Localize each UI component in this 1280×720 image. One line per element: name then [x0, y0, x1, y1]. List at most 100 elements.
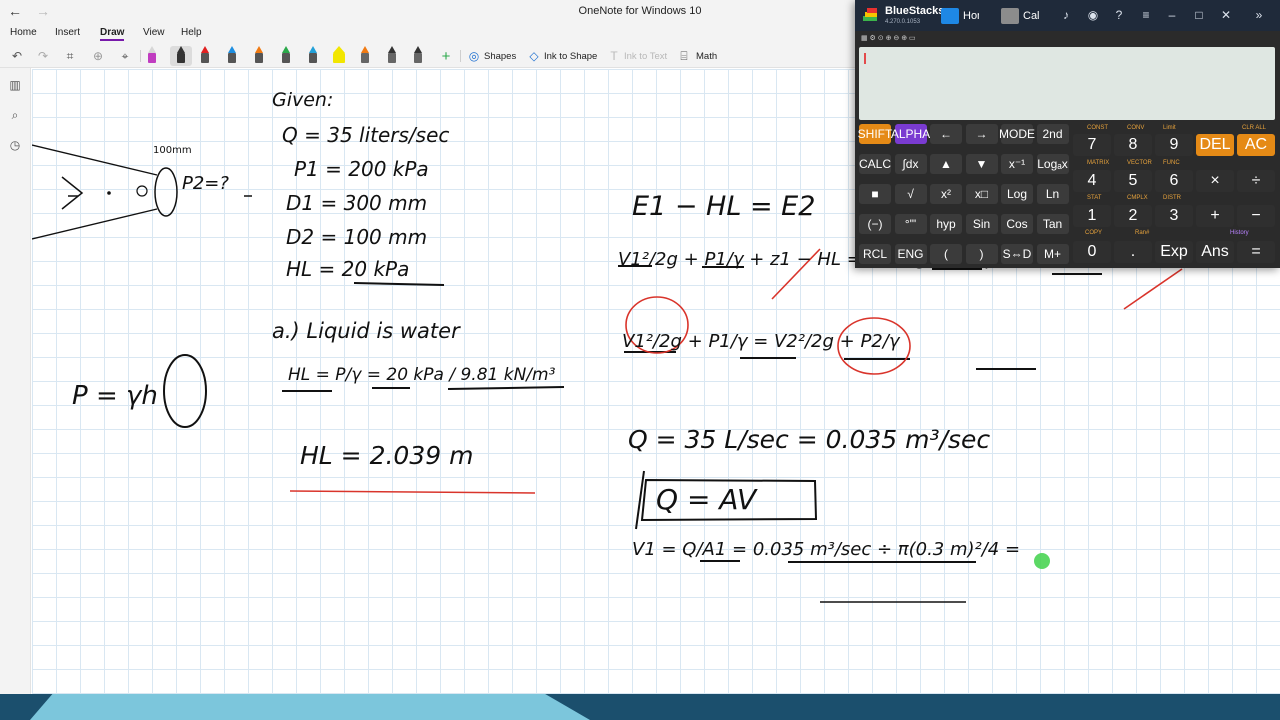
shapes-button[interactable]: Shapes — [484, 51, 516, 62]
calc-key-0-3[interactable]: → — [965, 124, 998, 144]
calc-key-4-1[interactable]: ENG — [894, 244, 927, 264]
bluestacks-version: 4.270.0.1053 — [885, 19, 921, 25]
calc-key-3-4[interactable]: Cos — [1001, 214, 1033, 234]
tab-draw[interactable]: Draw — [100, 27, 125, 41]
green-pen[interactable] — [281, 46, 291, 66]
menu-icon[interactable]: ≡ — [1139, 8, 1153, 22]
math-icon[interactable]: ⌸ — [676, 48, 692, 64]
shapes-icon[interactable]: ◎ — [466, 48, 482, 64]
expand-sidebar-icon[interactable]: » — [1252, 8, 1266, 22]
calc-num-key-1-2[interactable]: 6 — [1155, 170, 1193, 192]
calc-num-key-3-1[interactable]: . — [1114, 241, 1152, 263]
calculator-app-icon — [1001, 8, 1019, 24]
maximize-icon[interactable]: □ — [1192, 8, 1206, 22]
recent-notes-icon[interactable]: ◷ — [8, 138, 22, 152]
label-vector: VECTOR — [1127, 160, 1152, 166]
calc-num-key-3-3[interactable]: Ans — [1196, 241, 1234, 263]
pen-tool[interactable] — [413, 46, 423, 66]
bluestacks-tab-home[interactable]: Home — [941, 5, 979, 27]
calc-key-2-4[interactable]: Log — [1001, 184, 1033, 204]
calc-key-2-3[interactable]: x□ — [965, 184, 998, 204]
calc-num-key-2-0[interactable]: 1 — [1073, 205, 1111, 227]
notebooks-icon[interactable]: ▥ — [8, 78, 22, 92]
calc-num-key-3-0[interactable]: 0 — [1073, 241, 1111, 263]
calc-num-key-0-0[interactable]: 7 — [1073, 134, 1111, 156]
calc-key-3-2[interactable]: hyp — [930, 214, 962, 234]
calc-key-2-5[interactable]: Ln — [1036, 184, 1069, 204]
calc-key-0-4[interactable]: MODE — [999, 124, 1035, 144]
lasso-select-icon[interactable]: ⌗ — [62, 48, 78, 64]
calc-key-4-4[interactable]: S⇔D — [1001, 244, 1033, 264]
tab-view[interactable]: View — [143, 27, 165, 38]
diameter-label: 100mm — [153, 145, 192, 156]
calc-key-1-0[interactable]: CALC — [859, 154, 891, 174]
add-space-icon[interactable]: ⊕ — [90, 48, 106, 64]
calc-num-key-0-2[interactable]: 9 — [1155, 134, 1193, 156]
calc-key-2-0[interactable]: ■ — [859, 184, 891, 204]
redo-icon[interactable]: ↷ — [35, 48, 51, 64]
label-const: CONST — [1087, 125, 1108, 131]
help-icon[interactable]: ? — [1112, 8, 1126, 22]
undo-icon[interactable]: ↶ — [9, 48, 25, 64]
tab-insert[interactable]: Insert — [55, 27, 80, 38]
notification-bell-icon[interactable]: ♪ — [1059, 8, 1073, 22]
calc-num-key-1-4[interactable]: ÷ — [1237, 170, 1275, 192]
calc-num-key-2-1[interactable]: 2 — [1114, 205, 1152, 227]
yellow-highlighter[interactable] — [332, 46, 346, 66]
red-pen[interactable] — [200, 46, 210, 66]
highlighter-pen[interactable] — [147, 46, 157, 66]
pipe-outlet-ellipse — [154, 167, 178, 217]
calc-num-key-1-3[interactable]: × — [1196, 170, 1234, 192]
calc-key-3-5[interactable]: Tan — [1036, 214, 1069, 234]
calc-num-key-3-4[interactable]: = — [1237, 241, 1275, 263]
calc-key-1-1[interactable]: ∫dx — [894, 154, 927, 174]
tab-help[interactable]: Help — [181, 27, 202, 38]
calc-key-0-2[interactable]: ← — [930, 124, 962, 144]
cyan-pen[interactable] — [308, 46, 318, 66]
calc-key-1-4[interactable]: x⁻¹ — [1001, 154, 1033, 174]
calc-key-1-2[interactable]: ▲ — [930, 154, 962, 174]
calc-key-3-1[interactable]: °'" — [894, 214, 927, 234]
calc-num-key-1-1[interactable]: 5 — [1114, 170, 1152, 192]
calc-num-key-2-3[interactable]: + — [1196, 205, 1234, 227]
given-d2: D2 = 100 mm — [286, 225, 428, 249]
add-pen-icon[interactable]: + — [438, 48, 454, 65]
calc-key-4-3[interactable]: ) — [965, 244, 998, 264]
orange-highlighter[interactable] — [360, 46, 370, 66]
taskbar-wallpaper-strip — [30, 694, 590, 720]
tab-home[interactable]: Home — [10, 27, 37, 38]
calc-key-1-5[interactable]: Logₐx — [1036, 154, 1069, 174]
minimize-icon[interactable]: – — [1165, 8, 1179, 22]
ink-to-shape-button[interactable]: Ink to Shape — [544, 51, 597, 62]
calc-key-1-3[interactable]: ▼ — [965, 154, 998, 174]
close-icon[interactable]: ✕ — [1219, 8, 1233, 22]
bluestacks-tab-calc[interactable]: Calc — [1001, 5, 1040, 27]
account-icon[interactable]: ◉ — [1086, 8, 1100, 22]
calc-num-key-2-4[interactable]: − — [1237, 205, 1275, 227]
orange-pen[interactable] — [254, 46, 264, 66]
blue-pen[interactable] — [227, 46, 237, 66]
eraser-icon[interactable]: ⌖ — [117, 48, 133, 64]
calc-key-0-0[interactable]: SHIFT — [858, 124, 892, 144]
calc-num-key-2-2[interactable]: 3 — [1155, 205, 1193, 227]
calc-num-key-0-1[interactable]: 8 — [1114, 134, 1152, 156]
ink-to-shape-icon[interactable]: ◇ — [526, 48, 542, 64]
calc-key-4-0[interactable]: RCL — [859, 244, 891, 264]
calc-key-0-1[interactable]: ALPHA — [891, 124, 930, 144]
calc-key-2-2[interactable]: x² — [930, 184, 962, 204]
calc-num-key-1-0[interactable]: 4 — [1073, 170, 1111, 192]
black-pen[interactable] — [170, 46, 192, 66]
calc-num-key-0-4[interactable]: AC — [1237, 134, 1275, 156]
calc-num-key-3-2[interactable]: Exp — [1155, 241, 1193, 263]
calculator-display[interactable] — [859, 47, 1275, 120]
calc-key-3-3[interactable]: Sin — [965, 214, 998, 234]
math-button[interactable]: Math — [696, 51, 717, 62]
calc-key-3-0[interactable]: (−) — [859, 214, 891, 234]
calc-key-0-5[interactable]: 2nd — [1036, 124, 1069, 144]
calc-key-2-1[interactable]: √ — [894, 184, 927, 204]
search-icon[interactable]: ⌕ — [8, 108, 22, 122]
pencil-tool[interactable] — [387, 46, 397, 66]
calc-key-4-2[interactable]: ( — [930, 244, 962, 264]
calc-num-key-0-3[interactable]: DEL — [1196, 134, 1234, 156]
calc-key-4-5[interactable]: M+ — [1036, 244, 1069, 264]
